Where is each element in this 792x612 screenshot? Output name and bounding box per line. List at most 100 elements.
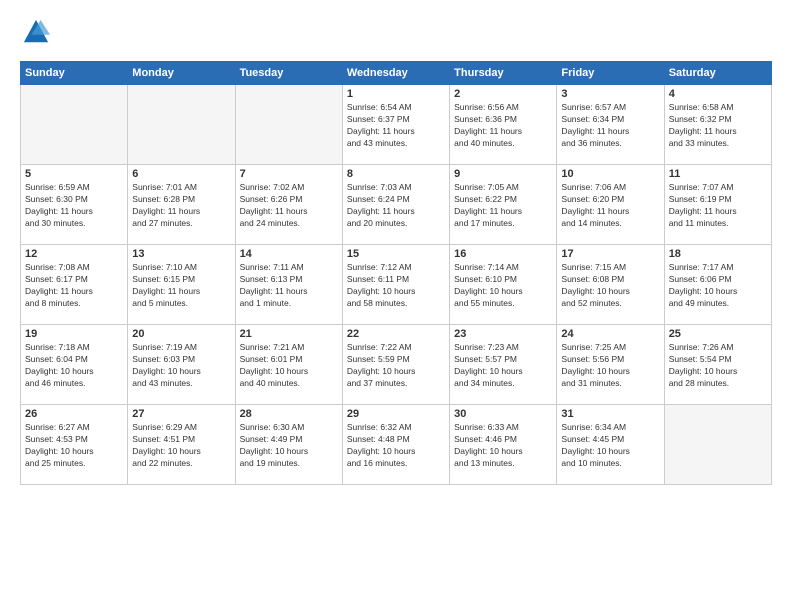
day-number: 17: [561, 248, 659, 260]
day-info: Sunrise: 6:59 AM Sunset: 6:30 PM Dayligh…: [25, 182, 123, 230]
calendar-cell: 10 Sunrise: 7:06 AM Sunset: 6:20 PM Dayli…: [557, 165, 664, 245]
calendar-cell: 21 Sunrise: 7:21 AM Sunset: 6:01 PM Dayli…: [235, 325, 342, 405]
calendar-cell: 24 Sunrise: 7:25 AM Sunset: 5:56 PM Dayli…: [557, 325, 664, 405]
calendar-cell: 23Sunrise: 7:23 AM Sunset: 5:57 PM Dayli…: [450, 325, 557, 405]
day-info: Sunrise: 6:30 AM Sunset: 4:49 PM Dayligh…: [240, 422, 338, 470]
day-info: Sunrise: 6:27 AM Sunset: 4:53 PM Dayligh…: [25, 422, 123, 470]
day-info: Sunrise: 7:11 AM Sunset: 6:13 PM Dayligh…: [240, 262, 338, 310]
day-number: 24: [561, 328, 659, 340]
day-number: 21: [240, 328, 338, 340]
day-info: Sunrise: 6:29 AM Sunset: 4:51 PM Dayligh…: [132, 422, 230, 470]
day-number: 25: [669, 328, 767, 340]
calendar-header-thursday: Thursday: [450, 62, 557, 85]
day-number: 14: [240, 248, 338, 260]
calendar-cell: 31Sunrise: 6:34 AM Sunset: 4:45 PM Dayli…: [557, 405, 664, 485]
calendar-cell: 30 Sunrise: 6:33 AM Sunset: 4:46 PM Dayli…: [450, 405, 557, 485]
day-number: 13: [132, 248, 230, 260]
day-info: Sunrise: 7:25 AM Sunset: 5:56 PM Dayligh…: [561, 342, 659, 390]
calendar-cell: [21, 85, 128, 165]
day-info: Sunrise: 7:21 AM Sunset: 6:01 PM Dayligh…: [240, 342, 338, 390]
calendar-cell: 16 Sunrise: 7:14 AM Sunset: 6:10 PM Dayli…: [450, 245, 557, 325]
day-info: Sunrise: 7:26 AM Sunset: 5:54 PM Dayligh…: [669, 342, 767, 390]
calendar-cell: 5 Sunrise: 6:59 AM Sunset: 6:30 PM Daylig…: [21, 165, 128, 245]
day-info: Sunrise: 7:22 AM Sunset: 5:59 PM Dayligh…: [347, 342, 445, 390]
calendar-cell: [235, 85, 342, 165]
day-number: 30: [454, 408, 552, 420]
calendar-cell: 3 Sunrise: 6:57 AM Sunset: 6:34 PM Daylig…: [557, 85, 664, 165]
day-info: Sunrise: 7:14 AM Sunset: 6:10 PM Dayligh…: [454, 262, 552, 310]
day-info: Sunrise: 7:10 AM Sunset: 6:15 PM Dayligh…: [132, 262, 230, 310]
calendar-cell: 28 Sunrise: 6:30 AM Sunset: 4:49 PM Dayli…: [235, 405, 342, 485]
header: [20, 18, 772, 51]
day-info: Sunrise: 7:23 AM Sunset: 5:57 PM Dayligh…: [454, 342, 552, 390]
day-number: 15: [347, 248, 445, 260]
day-number: 20: [132, 328, 230, 340]
calendar-header-sunday: Sunday: [21, 62, 128, 85]
day-info: Sunrise: 7:05 AM Sunset: 6:22 PM Dayligh…: [454, 182, 552, 230]
day-number: 3: [561, 88, 659, 100]
calendar-week-row: 19 Sunrise: 7:18 AM Sunset: 6:04 PM Dayli…: [21, 325, 772, 405]
day-info: Sunrise: 6:32 AM Sunset: 4:48 PM Dayligh…: [347, 422, 445, 470]
day-info: Sunrise: 6:57 AM Sunset: 6:34 PM Dayligh…: [561, 102, 659, 150]
day-info: Sunrise: 7:12 AM Sunset: 6:11 PM Dayligh…: [347, 262, 445, 310]
day-number: 10: [561, 168, 659, 180]
day-number: 11: [669, 168, 767, 180]
day-number: 1: [347, 88, 445, 100]
calendar-cell: 11 Sunrise: 7:07 AM Sunset: 6:19 PM Dayli…: [664, 165, 771, 245]
day-number: 19: [25, 328, 123, 340]
calendar-header-friday: Friday: [557, 62, 664, 85]
day-info: Sunrise: 7:17 AM Sunset: 6:06 PM Dayligh…: [669, 262, 767, 310]
day-info: Sunrise: 7:19 AM Sunset: 6:03 PM Dayligh…: [132, 342, 230, 390]
day-number: 8: [347, 168, 445, 180]
calendar-cell: 1 Sunrise: 6:54 AM Sunset: 6:37 PM Daylig…: [342, 85, 449, 165]
day-number: 31: [561, 408, 659, 420]
day-info: Sunrise: 7:07 AM Sunset: 6:19 PM Dayligh…: [669, 182, 767, 230]
calendar-header-wednesday: Wednesday: [342, 62, 449, 85]
day-info: Sunrise: 6:54 AM Sunset: 6:37 PM Dayligh…: [347, 102, 445, 150]
calendar-cell: 29 Sunrise: 6:32 AM Sunset: 4:48 PM Dayli…: [342, 405, 449, 485]
day-number: 7: [240, 168, 338, 180]
calendar-week-row: 5 Sunrise: 6:59 AM Sunset: 6:30 PM Daylig…: [21, 165, 772, 245]
day-number: 27: [132, 408, 230, 420]
day-number: 4: [669, 88, 767, 100]
day-info: Sunrise: 7:06 AM Sunset: 6:20 PM Dayligh…: [561, 182, 659, 230]
calendar-cell: 14 Sunrise: 7:11 AM Sunset: 6:13 PM Dayli…: [235, 245, 342, 325]
calendar-cell: 25 Sunrise: 7:26 AM Sunset: 5:54 PM Dayli…: [664, 325, 771, 405]
calendar-week-row: 26 Sunrise: 6:27 AM Sunset: 4:53 PM Dayli…: [21, 405, 772, 485]
calendar-cell: [664, 405, 771, 485]
day-number: 6: [132, 168, 230, 180]
day-info: Sunrise: 7:01 AM Sunset: 6:28 PM Dayligh…: [132, 182, 230, 230]
calendar-cell: 26 Sunrise: 6:27 AM Sunset: 4:53 PM Dayli…: [21, 405, 128, 485]
logo-icon: [22, 18, 50, 46]
calendar-cell: 9 Sunrise: 7:05 AM Sunset: 6:22 PM Daylig…: [450, 165, 557, 245]
calendar-header-tuesday: Tuesday: [235, 62, 342, 85]
calendar-cell: 27 Sunrise: 6:29 AM Sunset: 4:51 PM Dayli…: [128, 405, 235, 485]
day-number: 16: [454, 248, 552, 260]
day-number: 28: [240, 408, 338, 420]
calendar-cell: 13 Sunrise: 7:10 AM Sunset: 6:15 PM Dayli…: [128, 245, 235, 325]
calendar-header-monday: Monday: [128, 62, 235, 85]
calendar-cell: 6 Sunrise: 7:01 AM Sunset: 6:28 PM Daylig…: [128, 165, 235, 245]
day-number: 9: [454, 168, 552, 180]
day-number: 29: [347, 408, 445, 420]
day-number: 5: [25, 168, 123, 180]
calendar-cell: 17 Sunrise: 7:15 AM Sunset: 6:08 PM Dayli…: [557, 245, 664, 325]
day-number: 26: [25, 408, 123, 420]
calendar-cell: 8Sunrise: 7:03 AM Sunset: 6:24 PM Daylig…: [342, 165, 449, 245]
calendar-header-saturday: Saturday: [664, 62, 771, 85]
calendar-cell: 20 Sunrise: 7:19 AM Sunset: 6:03 PM Dayli…: [128, 325, 235, 405]
day-info: Sunrise: 7:08 AM Sunset: 6:17 PM Dayligh…: [25, 262, 123, 310]
day-info: Sunrise: 7:18 AM Sunset: 6:04 PM Dayligh…: [25, 342, 123, 390]
day-number: 2: [454, 88, 552, 100]
calendar-cell: 2Sunrise: 6:56 AM Sunset: 6:36 PM Daylig…: [450, 85, 557, 165]
day-info: Sunrise: 7:15 AM Sunset: 6:08 PM Dayligh…: [561, 262, 659, 310]
day-info: Sunrise: 6:33 AM Sunset: 4:46 PM Dayligh…: [454, 422, 552, 470]
calendar-cell: 18Sunrise: 7:17 AM Sunset: 6:06 PM Dayli…: [664, 245, 771, 325]
calendar-cell: [128, 85, 235, 165]
calendar-cell: 12Sunrise: 7:08 AM Sunset: 6:17 PM Dayli…: [21, 245, 128, 325]
calendar-header-row: SundayMondayTuesdayWednesdayThursdayFrid…: [21, 62, 772, 85]
calendar-week-row: 1 Sunrise: 6:54 AM Sunset: 6:37 PM Daylig…: [21, 85, 772, 165]
calendar-cell: 22Sunrise: 7:22 AM Sunset: 5:59 PM Dayli…: [342, 325, 449, 405]
calendar-cell: 15 Sunrise: 7:12 AM Sunset: 6:11 PM Dayli…: [342, 245, 449, 325]
calendar-table: SundayMondayTuesdayWednesdayThursdayFrid…: [20, 61, 772, 485]
